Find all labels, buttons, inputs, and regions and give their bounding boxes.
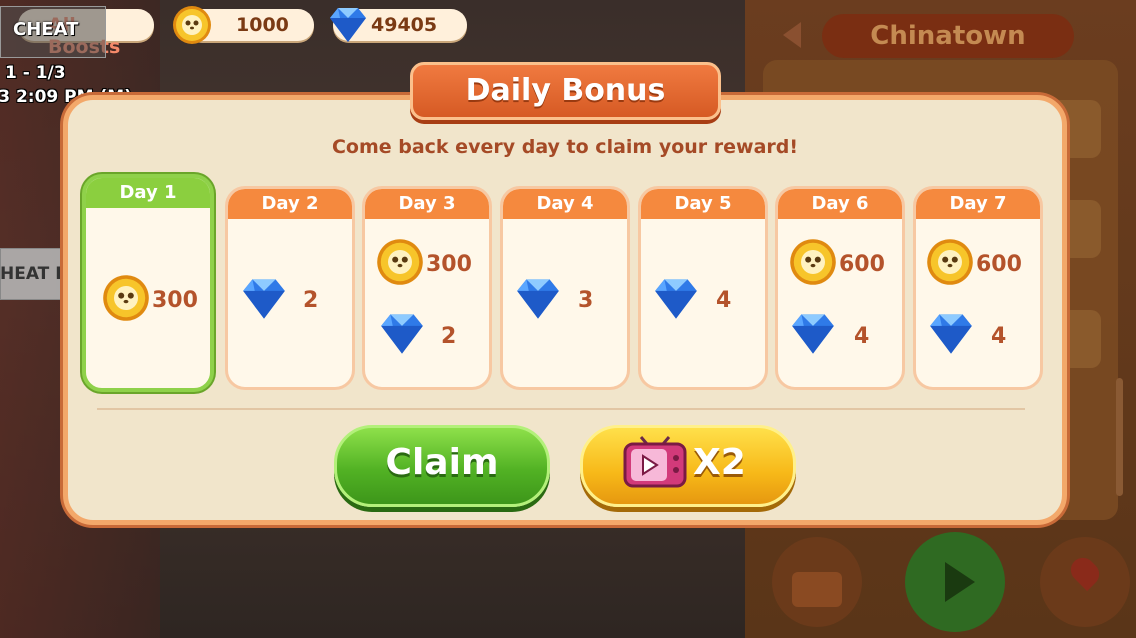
day-label: Day 5 <box>641 189 765 219</box>
back-arrow-icon[interactable] <box>783 22 801 48</box>
double-label: X2 <box>693 442 746 483</box>
map-button[interactable] <box>1040 537 1130 627</box>
day-label: Day 6 <box>778 189 902 219</box>
reward-gem-amount: 2 <box>303 288 319 313</box>
claim-label: Claim <box>385 442 499 483</box>
reward-gem-amount: 3 <box>578 288 594 313</box>
shop-basket-button[interactable] <box>772 537 862 627</box>
watch-ad-double-button[interactable]: X2 <box>580 425 796 507</box>
reward-gem-amount: 4 <box>716 288 732 313</box>
gem-icon <box>243 279 285 319</box>
reward-coin-amount: 300 <box>152 288 198 313</box>
day-card-3[interactable]: Day 3 <box>362 186 492 390</box>
day-label: Day 1 <box>86 178 210 208</box>
scrollbar[interactable] <box>1116 378 1123 496</box>
dialog-title: Daily Bonus <box>465 73 666 108</box>
day-card-7[interactable]: Day 7 <box>913 186 1043 390</box>
reward-gem-amount: 4 <box>854 324 870 349</box>
location-title: Chinatown <box>822 14 1074 58</box>
day-label: Day 2 <box>228 189 352 219</box>
video-ad-icon <box>623 436 687 488</box>
day-card-6[interactable]: Day 6 <box>775 186 905 390</box>
coin-amount: 1000 <box>236 14 289 36</box>
coin-icon <box>103 275 149 321</box>
gem-icon <box>381 314 423 354</box>
divider <box>97 408 1025 410</box>
gem-icon <box>930 314 972 354</box>
reward-coin-amount: 600 <box>976 252 1022 277</box>
cheat-label: CHEAT <box>13 19 79 40</box>
coin-icon <box>790 239 836 285</box>
reward-gem-amount: 4 <box>991 324 1007 349</box>
debug-level-text: 1 - 1/3 <box>5 63 66 83</box>
cheat-button[interactable]: CHEAT <box>0 6 106 58</box>
dialog-title-tab: Daily Bonus <box>410 62 721 120</box>
coin-icon <box>173 6 211 44</box>
coin-icon <box>377 239 423 285</box>
claim-button[interactable]: Claim <box>334 425 550 507</box>
gem-amount: 49405 <box>371 14 438 36</box>
day-label: Day 4 <box>503 189 627 219</box>
day-label: Day 7 <box>916 189 1040 219</box>
reward-coin-amount: 600 <box>839 252 885 277</box>
gem-icon <box>517 279 559 319</box>
reward-coin-amount: 300 <box>426 252 472 277</box>
coin-icon <box>927 239 973 285</box>
gem-icon <box>792 314 834 354</box>
gem-icon <box>655 279 697 319</box>
day-label: Day 3 <box>365 189 489 219</box>
dialog-subtitle: Come back every day to claim your reward… <box>331 136 799 158</box>
reward-gem-amount: 2 <box>441 324 457 349</box>
gem-icon <box>330 8 366 42</box>
play-button[interactable] <box>905 532 1005 632</box>
